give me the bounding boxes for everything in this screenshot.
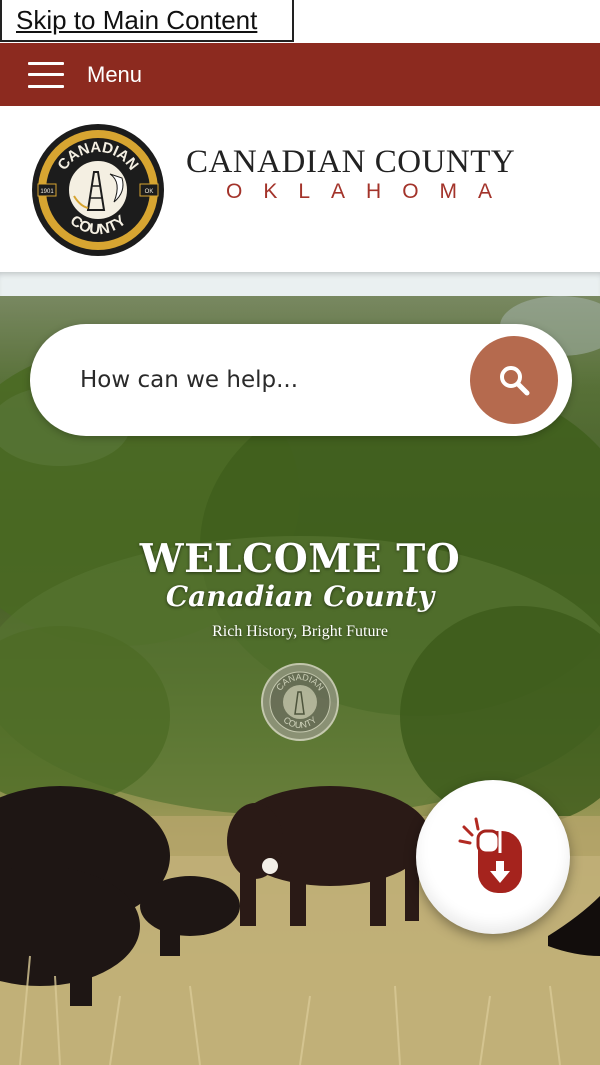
menu-label[interactable]: Menu bbox=[87, 62, 142, 88]
mouse-scroll-down-icon bbox=[458, 817, 522, 893]
county-seal-watermark: CANADIAN COUNTY bbox=[261, 663, 339, 741]
header-divider bbox=[0, 272, 600, 296]
scroll-down-button[interactable] bbox=[416, 780, 570, 934]
svg-text:OK: OK bbox=[145, 189, 154, 195]
search-icon bbox=[500, 366, 530, 396]
site-header: CANADIAN COUNTY 1901 OK CANADIAN COUNTY … bbox=[0, 106, 600, 272]
hamburger-icon[interactable] bbox=[28, 61, 64, 88]
site-title[interactable]: CANADIAN COUNTY bbox=[186, 144, 576, 181]
welcome-tagline: Rich History, Bright Future bbox=[212, 623, 388, 640]
site-subtitle: OKLAHOMA bbox=[226, 180, 514, 203]
search-input[interactable] bbox=[80, 354, 440, 406]
welcome-county-name: Canadian County bbox=[165, 580, 435, 613]
skip-to-main-content-link[interactable]: Skip to Main Content bbox=[0, 0, 294, 42]
svg-text:1901: 1901 bbox=[40, 189, 54, 195]
hero-banner: WELCOME TO Canadian County Rich History,… bbox=[0, 296, 600, 1065]
menu-bar[interactable]: Menu bbox=[0, 43, 600, 106]
search-bar bbox=[30, 324, 572, 436]
county-seal-logo[interactable]: CANADIAN COUNTY 1901 OK bbox=[30, 122, 166, 258]
welcome-message: WELCOME TO Canadian County Rich History,… bbox=[0, 536, 600, 644]
search-button[interactable] bbox=[470, 336, 558, 424]
welcome-title: WELCOME TO bbox=[139, 536, 461, 582]
